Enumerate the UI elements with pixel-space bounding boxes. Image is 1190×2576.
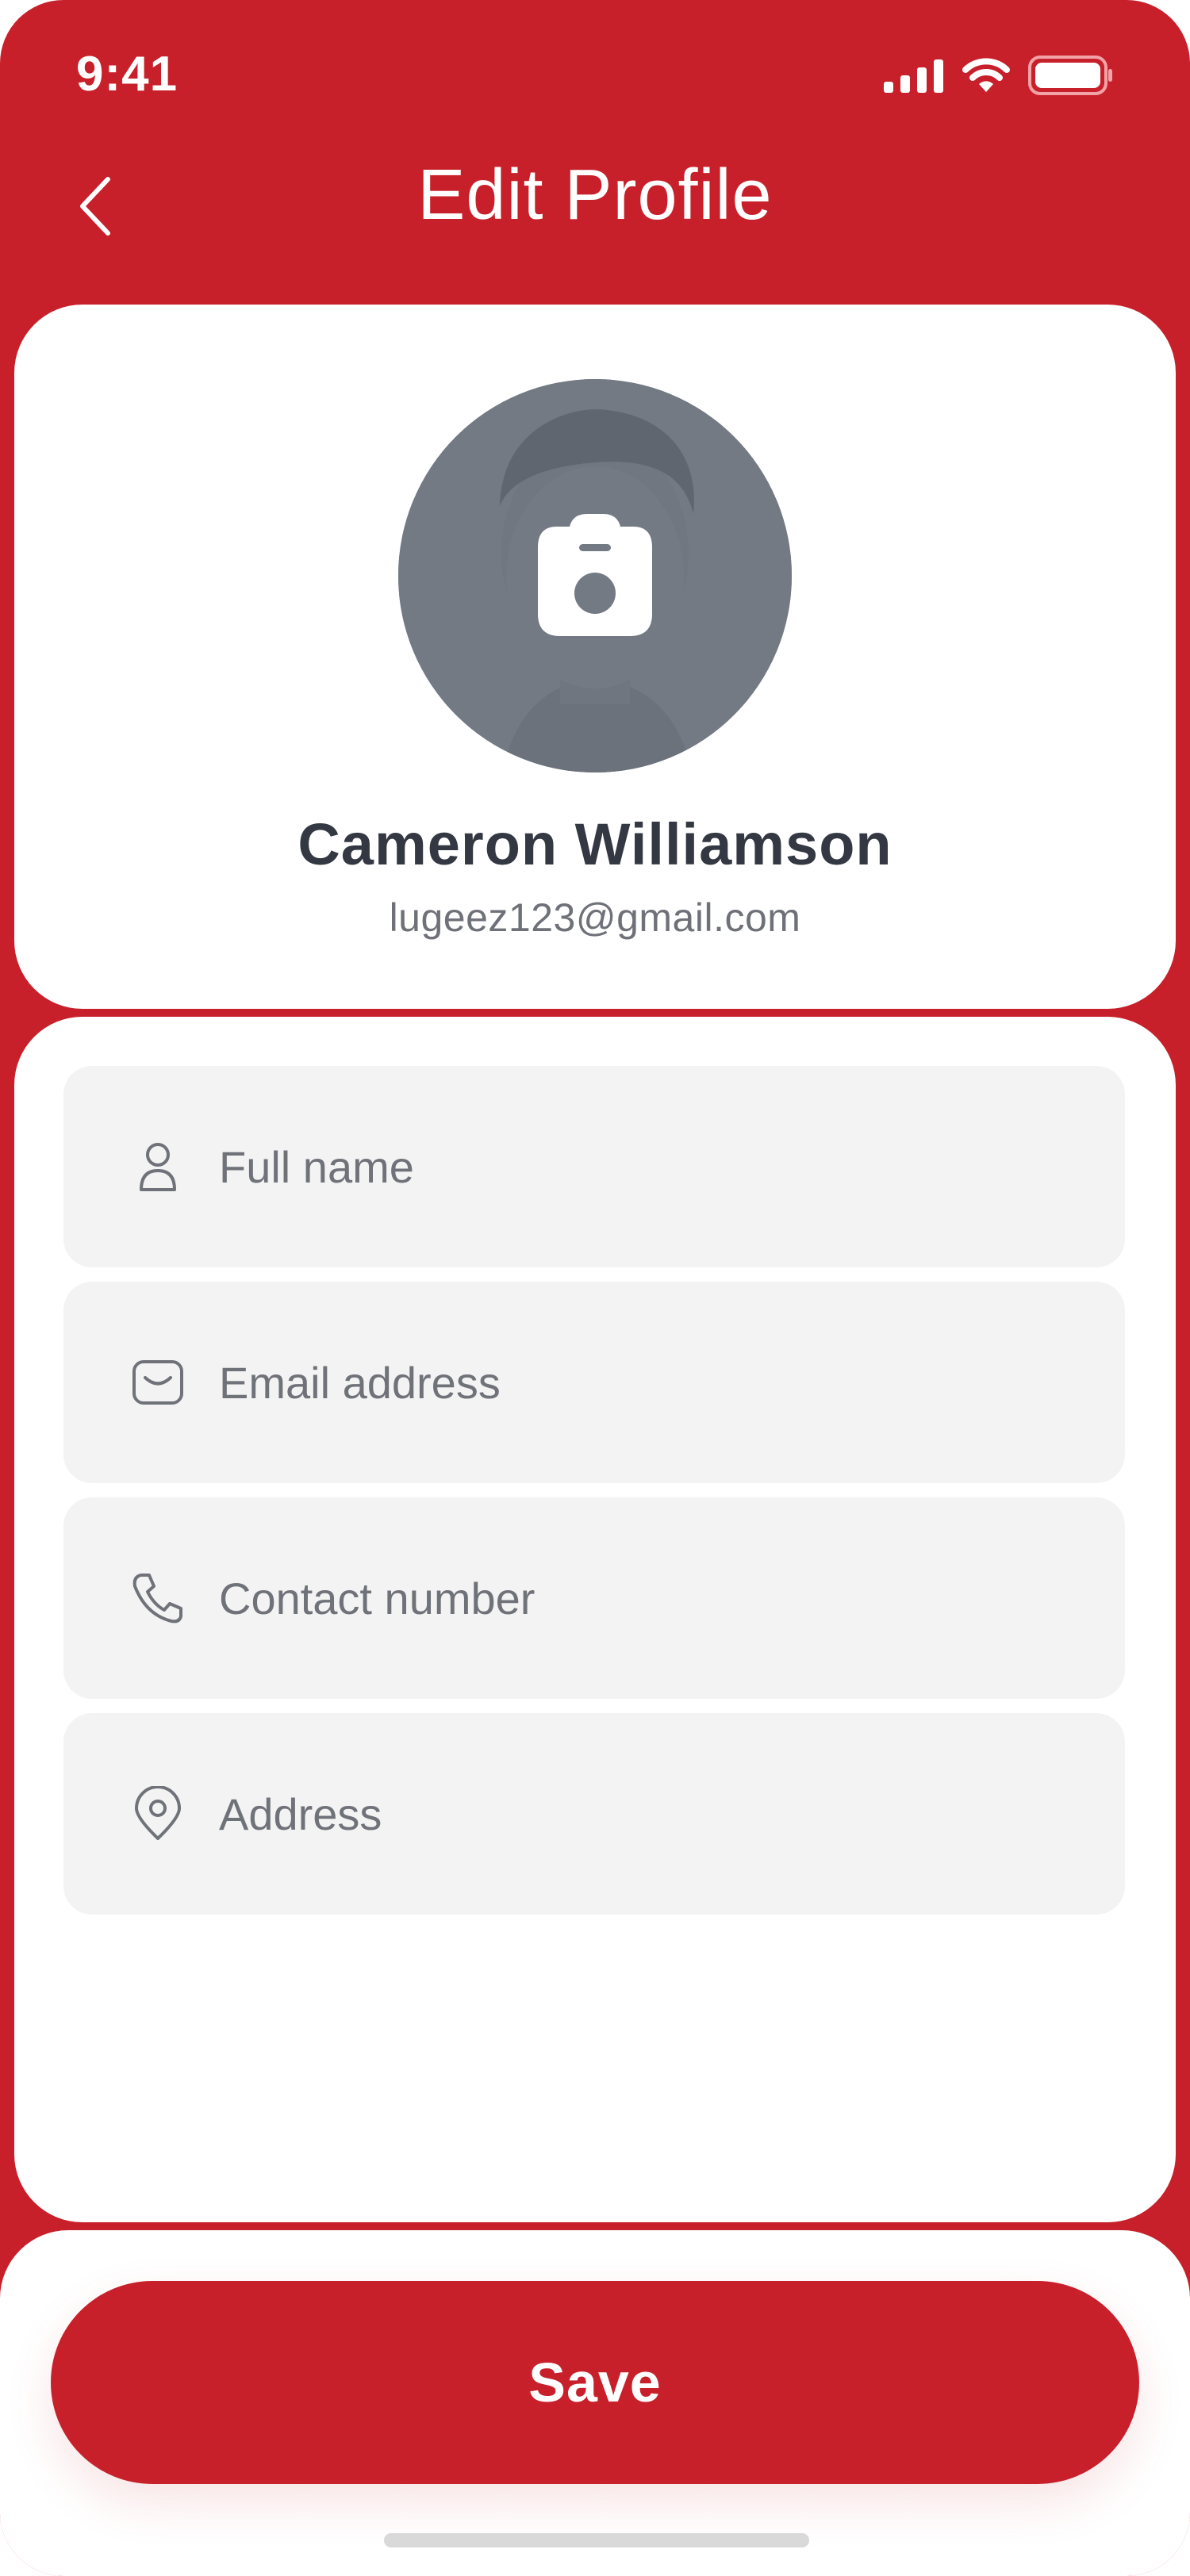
profile-form bbox=[14, 1017, 1176, 2222]
phone-icon bbox=[132, 1574, 182, 1623]
email-field[interactable] bbox=[63, 1282, 1125, 1483]
profile-name: Cameron Williamson bbox=[298, 811, 892, 877]
status-bar: 9:41 bbox=[0, 0, 1190, 151]
full-name-field[interactable] bbox=[63, 1066, 1125, 1267]
full-name-input[interactable] bbox=[219, 1066, 1076, 1267]
edit-profile-screen: 9:41 Edit Profile Cameron Williamson lug… bbox=[0, 0, 1190, 2576]
status-time: 9:41 bbox=[76, 47, 178, 102]
contact-number-input[interactable] bbox=[219, 1497, 1076, 1699]
address-input[interactable] bbox=[219, 1713, 1076, 1915]
user-icon bbox=[140, 1143, 176, 1191]
battery-icon bbox=[1028, 56, 1112, 95]
profile-email: lugeez123@gmail.com bbox=[389, 895, 801, 940]
address-field[interactable] bbox=[63, 1713, 1125, 1915]
page-title: Edit Profile bbox=[417, 155, 773, 235]
contact-number-field[interactable] bbox=[63, 1497, 1125, 1699]
home-indicator bbox=[384, 2533, 809, 2547]
cellular-signal-icon bbox=[884, 59, 943, 93]
avatar-upload[interactable] bbox=[398, 379, 792, 772]
status-icons bbox=[884, 56, 1114, 95]
wifi-icon bbox=[962, 58, 1010, 92]
email-input[interactable] bbox=[219, 1282, 1076, 1483]
camera-icon bbox=[538, 514, 652, 636]
header: Edit Profile bbox=[0, 151, 1190, 301]
mail-icon bbox=[132, 1360, 183, 1405]
save-button[interactable]: Save bbox=[51, 2281, 1139, 2484]
bottom-action-panel: Save bbox=[0, 2230, 1190, 2576]
location-pin-icon bbox=[135, 1786, 181, 1840]
profile-card: Cameron Williamson lugeez123@gmail.com bbox=[14, 305, 1176, 1009]
